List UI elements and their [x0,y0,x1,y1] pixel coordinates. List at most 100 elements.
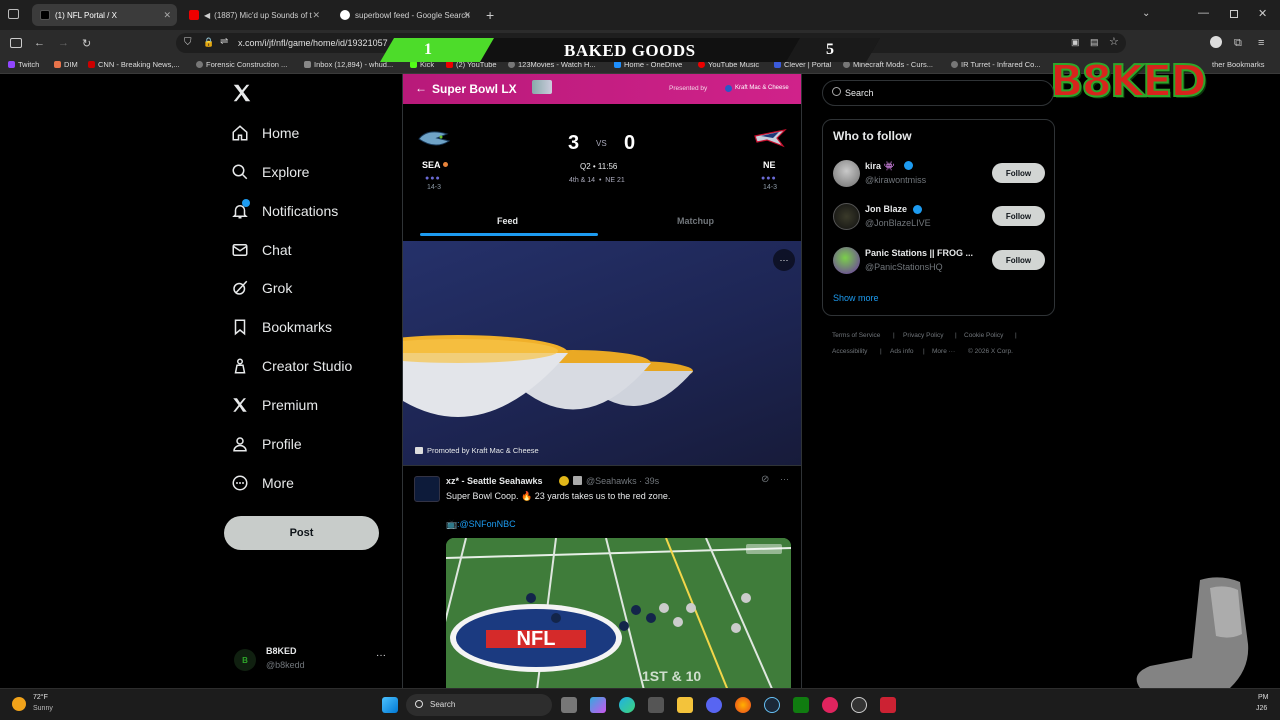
menu-icon[interactable]: ≡ [1258,37,1264,49]
account-switcher[interactable]: B B8KED @b8kedd ··· [230,644,395,674]
footer-ads-info[interactable]: Ads info [890,348,914,355]
close-tab-icon[interactable]: ✕ [463,10,471,21]
suggestion-handle: @JonBlazeLIVE [865,218,931,228]
sidebar-item-creator-studio[interactable]: Creator Studio [230,354,352,378]
bookmark-dim[interactable]: DIM [54,60,78,69]
tweet-more-icon[interactable]: ··· [780,474,789,484]
task-view-icon[interactable] [561,697,577,713]
b8ked-logo: B8KED [1049,55,1208,108]
suggestion-name[interactable]: kira 👾 [865,161,895,172]
follow-button[interactable]: Follow [992,250,1045,270]
obs-icon[interactable] [851,697,867,713]
avatar[interactable] [833,160,860,187]
sidebar-item-premium[interactable]: Premium [230,393,318,417]
reload-icon[interactable]: ↻ [82,37,91,50]
steam-icon[interactable] [764,697,780,713]
account-icon[interactable] [1210,36,1222,48]
tab-actions-icon[interactable] [8,9,19,19]
search-icon [415,700,423,708]
xbox-icon[interactable] [793,697,809,713]
search-input[interactable]: Search [822,80,1054,106]
other-bookmarks[interactable]: ther Bookmarks [1212,60,1265,69]
forward-icon[interactable]: → [58,37,69,49]
sidebar-toggle-icon[interactable] [10,38,22,48]
tracking-shield-icon[interactable]: ⛉ [184,37,192,48]
tab-list-chevron-icon[interactable]: ⌄ [1142,8,1150,19]
clock-date[interactable]: J26 [1256,705,1267,712]
media-more-button[interactable]: ··· [773,249,795,271]
bookmark-forensic[interactable]: Forensic Construction ... [196,60,287,69]
snipping-tool-icon[interactable] [880,697,896,713]
tab-mute-icon[interactable]: ◀ [204,11,210,20]
copilot-icon[interactable] [590,697,606,713]
bookmark-ir-turret[interactable]: IR Turret - Infrared Co... [951,60,1041,69]
x-logo-icon[interactable] [231,82,253,104]
bookmark-cnn[interactable]: CNN - Breaking News,... [88,60,180,69]
discord-icon[interactable] [706,697,722,713]
avatar[interactable] [833,247,860,274]
tweet-link[interactable]: :@SNFonNBC [457,519,516,529]
home-timeouts: ●●● [425,175,441,182]
tab-youtube[interactable]: ◀ (1887) Mic'd up Sounds of t ✕ [181,4,326,26]
clock-time[interactable]: PM [1258,694,1269,701]
clever-icon [774,61,781,68]
page-settings-icon[interactable]: ⇌ [220,36,228,47]
back-arrow-icon[interactable]: ← [415,81,427,95]
account-more-icon[interactable]: ··· [376,650,386,661]
suggestion-name[interactable]: Jon Blaze [865,204,907,214]
close-window-icon[interactable]: ✕ [1258,7,1267,20]
suggestion-name[interactable]: Panic Stations || FROG ... [865,248,973,258]
restore-icon[interactable] [1230,10,1238,18]
taskbar-search[interactable]: Search [406,694,552,716]
footer-terms[interactable]: Terms of Service [832,332,880,339]
back-icon[interactable]: ← [34,37,45,49]
follow-button[interactable]: Follow [992,163,1045,183]
firefox-icon[interactable] [735,697,751,713]
media-player-icon[interactable] [822,697,838,713]
post-button[interactable]: Post [224,516,379,550]
sidebar-item-more[interactable]: More [230,471,294,495]
start-icon[interactable] [382,697,398,713]
sidebar-item-label: Profile [262,436,302,452]
promoted-media[interactable]: ··· Promoted by Kraft Mac & Cheese [403,241,801,465]
tab-feed[interactable]: Feed [497,216,518,226]
grok-icon[interactable]: ⊘ [761,474,769,485]
sidebar-item-home[interactable]: Home [230,121,299,145]
calculator-icon[interactable] [648,697,664,713]
footer-privacy[interactable]: Privacy Policy [903,332,943,339]
tab-google-search[interactable]: superbowl feed - Google Search ✕ [332,4,477,26]
tweet-video[interactable]: NFL 1ST & 10 [446,538,791,688]
lock-icon[interactable]: 🔒 [203,37,214,48]
show-more-link[interactable]: Show more [833,293,879,303]
bookmark-star-icon[interactable]: ☆ [1109,35,1119,48]
avatar[interactable] [833,203,860,230]
sidebar-item-profile[interactable]: Profile [230,432,302,456]
footer-cookie[interactable]: Cookie Policy [964,332,1003,339]
footer-accessibility[interactable]: Accessibility [832,348,867,355]
screenshot-icon[interactable]: ▣ [1071,37,1080,48]
weather-temp[interactable]: 72°F [33,694,48,701]
verified-gold-icon [559,476,569,486]
reader-view-icon[interactable]: ▤ [1090,37,1099,48]
sidebar-item-grok[interactable]: Grok [230,276,292,300]
sidebar-item-chat[interactable]: Chat [230,238,292,262]
new-tab-icon[interactable]: + [486,7,494,23]
sidebar-item-explore[interactable]: Explore [230,160,309,184]
affiliate-badge-icon [573,476,582,485]
tweet-author[interactable]: xz* - Seattle Seahawks [446,476,543,486]
tweet[interactable]: xz* - Seattle Seahawks @Seahawks · 39s ⊘… [403,465,801,688]
minimize-icon[interactable]: — [1198,7,1209,19]
file-explorer-icon[interactable] [677,697,693,713]
extensions-icon[interactable]: ⧉ [1234,37,1242,50]
bookmark-twitch[interactable]: Twitch [8,60,39,69]
close-tab-icon[interactable]: ✕ [312,10,320,21]
tab-matchup[interactable]: Matchup [677,216,714,226]
youtube-music-icon [698,61,705,68]
tab-nfl-portal[interactable]: (1) NFL Portal / X ✕ [32,4,177,26]
close-tab-icon[interactable]: ✕ [163,10,171,21]
sidebar-item-bookmarks[interactable]: Bookmarks [230,315,332,339]
follow-button[interactable]: Follow [992,206,1045,226]
footer-more[interactable]: More ··· [932,348,955,355]
edge-icon[interactable] [619,697,635,713]
sidebar-item-notifications[interactable]: Notifications [230,199,338,223]
